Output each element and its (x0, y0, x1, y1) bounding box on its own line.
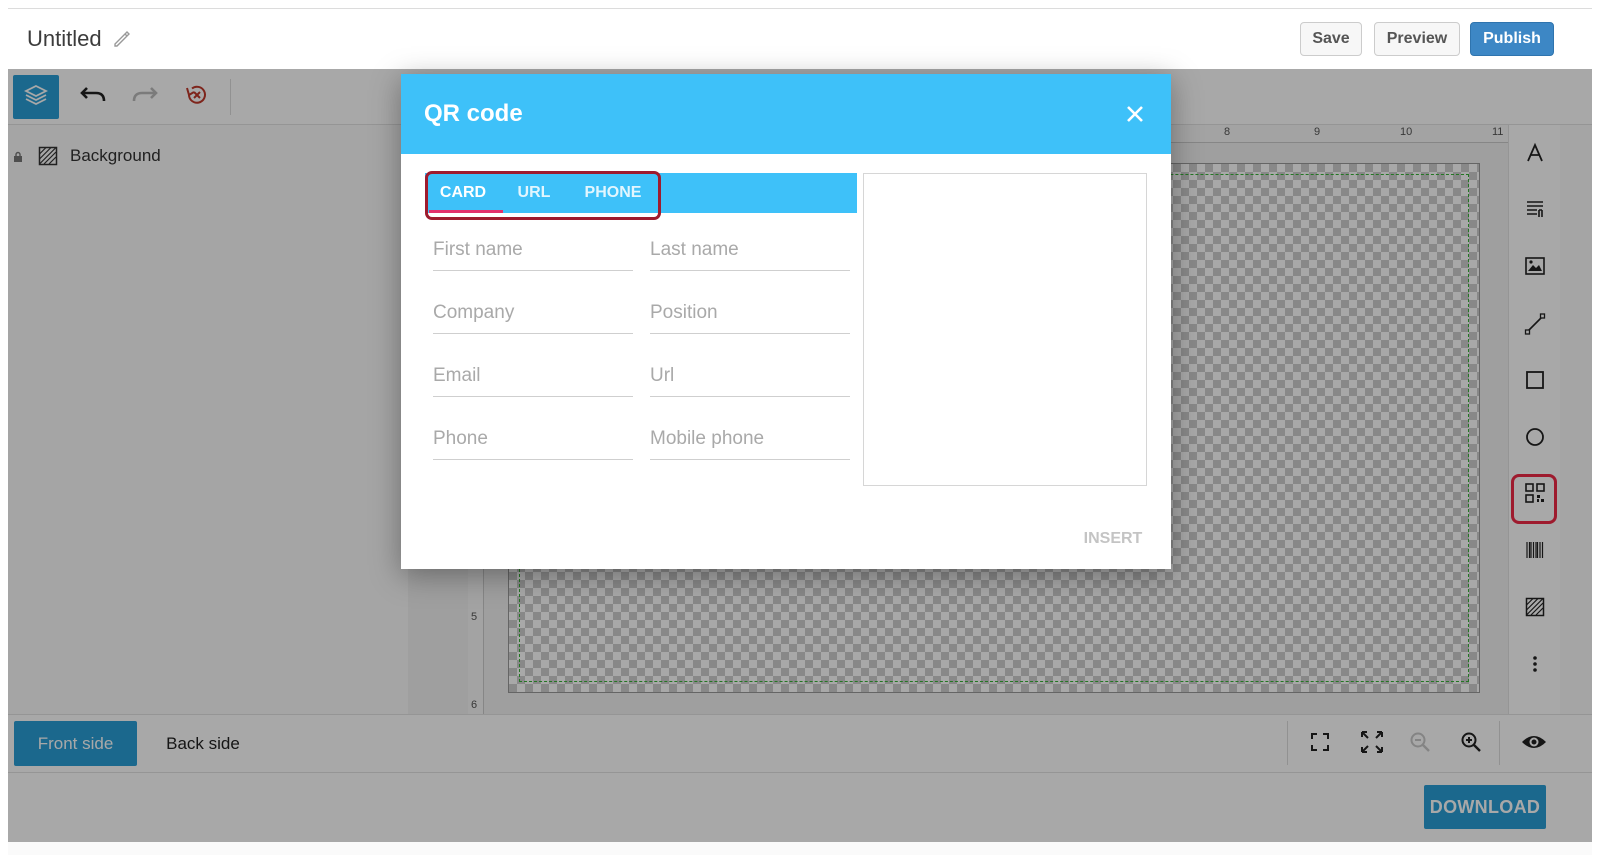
qr-tool-highlight-annotation (1511, 474, 1557, 524)
qr-code-dialog: QR code CARD URL PHONE First name Last n… (401, 74, 1171, 569)
pencil-icon[interactable] (112, 29, 132, 49)
insert-button[interactable]: INSERT (1073, 526, 1153, 552)
phone-field (433, 420, 633, 460)
save-button[interactable]: Save (1300, 22, 1362, 56)
mobile-phone-input[interactable] (650, 426, 850, 452)
close-icon[interactable] (1123, 102, 1147, 126)
dialog-title: QR code (424, 100, 523, 127)
last-name-field (650, 231, 850, 271)
first-name-input[interactable] (433, 237, 633, 263)
header: Untitled Save Preview Publish (8, 9, 1592, 69)
publish-button[interactable]: Publish (1470, 22, 1554, 56)
url-input[interactable] (650, 363, 850, 389)
position-input[interactable] (650, 300, 850, 326)
position-field (650, 294, 850, 334)
mobile-phone-field (650, 420, 850, 460)
last-name-input[interactable] (650, 237, 850, 263)
app-window: Untitled Save Preview Publish Background… (8, 8, 1592, 855)
document-title[interactable]: Untitled (27, 26, 102, 52)
qr-preview-area (863, 173, 1147, 486)
tabs-highlight-annotation (425, 171, 661, 220)
email-field (433, 357, 633, 397)
preview-button[interactable]: Preview (1374, 22, 1460, 56)
phone-input[interactable] (433, 426, 633, 452)
company-input[interactable] (433, 300, 633, 326)
email-input[interactable] (433, 363, 633, 389)
dialog-header: QR code (401, 74, 1171, 154)
url-field (650, 357, 850, 397)
company-field (433, 294, 633, 334)
first-name-field (433, 231, 633, 271)
